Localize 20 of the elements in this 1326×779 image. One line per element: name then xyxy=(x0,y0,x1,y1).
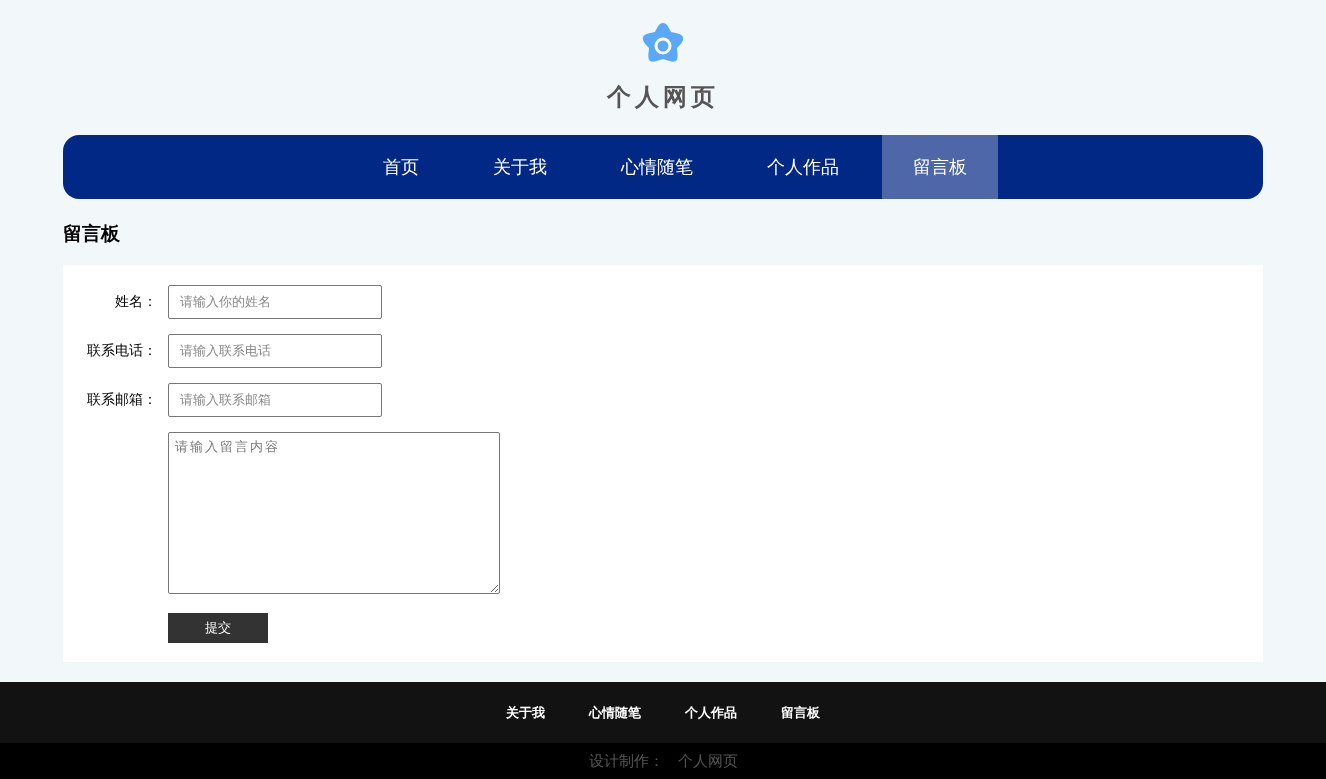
footer-link[interactable]: 留言板 xyxy=(781,702,820,723)
nav-tab[interactable]: 心情随笔 xyxy=(590,134,724,199)
input-field[interactable]: 请输入联系邮箱 xyxy=(168,382,382,417)
site-title: 个人网页 xyxy=(607,82,719,113)
message-textarea[interactable]: 请输入留言内容 xyxy=(168,431,500,594)
footer-link[interactable]: 心情随笔 xyxy=(589,702,641,723)
section-heading: 留言板 xyxy=(63,220,121,246)
nav-tab[interactable]: 留言板 xyxy=(882,134,998,199)
nav-tab[interactable]: 关于我 xyxy=(462,134,578,199)
input-field[interactable]: 请输入你的姓名 xyxy=(168,284,382,319)
nav-tab[interactable]: 个人作品 xyxy=(736,134,870,199)
submit-button[interactable]: 提交 xyxy=(168,612,268,643)
footer-link[interactable]: 个人作品 xyxy=(685,702,737,723)
footer-link[interactable]: 关于我 xyxy=(506,702,545,723)
nav-tab[interactable]: 首页 xyxy=(352,134,450,199)
field-label: 联系电话： xyxy=(86,341,157,361)
field-label: 姓名： xyxy=(114,292,157,312)
credit-label: 设计制作： xyxy=(588,750,664,772)
field-label: 联系邮箱： xyxy=(86,390,157,410)
input-field[interactable]: 请输入联系电话 xyxy=(168,333,382,368)
